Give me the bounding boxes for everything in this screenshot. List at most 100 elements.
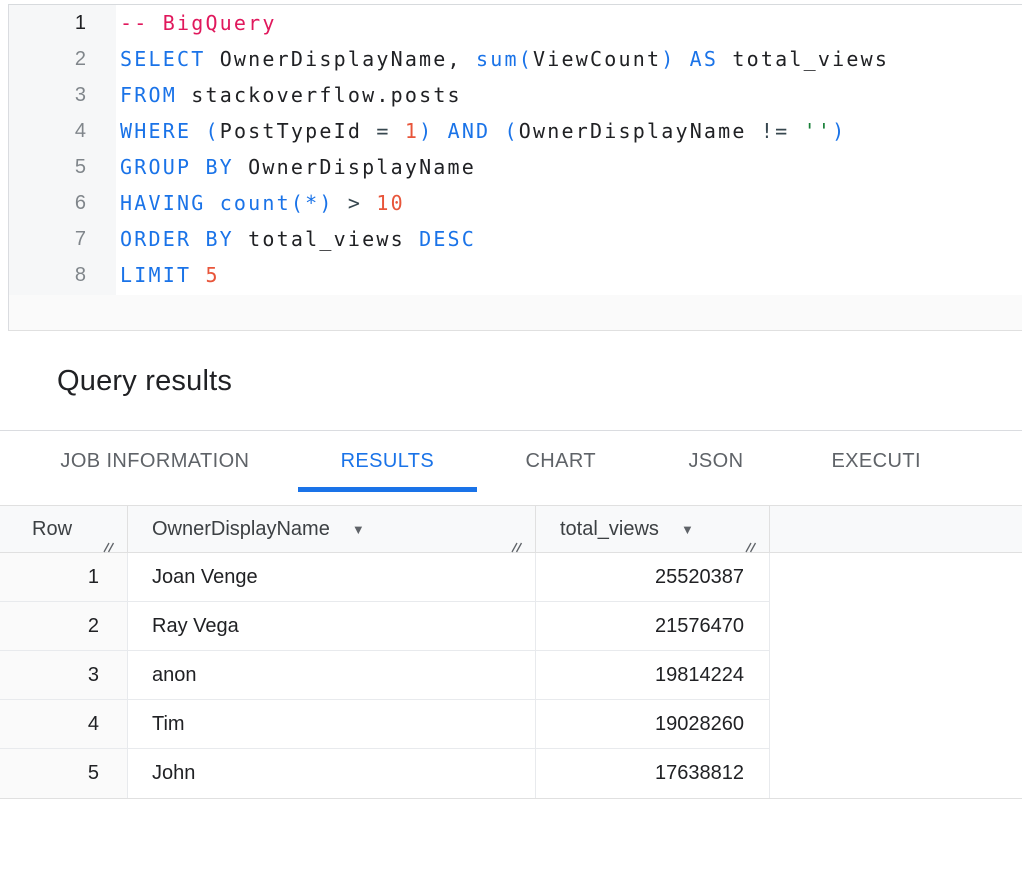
table-row: 2Ray Vega21576470 bbox=[0, 602, 770, 651]
code-token: OwnerDisplayName, bbox=[220, 47, 476, 71]
total-views-cell: 21576470 bbox=[536, 602, 770, 650]
code-token: sum bbox=[476, 47, 519, 71]
table-row: 1Joan Venge25520387 bbox=[0, 553, 770, 602]
code-line[interactable]: GROUP BY OwnerDisplayName bbox=[116, 149, 1022, 185]
column-dropdown-arrow-icon[interactable]: ▼ bbox=[352, 523, 365, 536]
tab-json[interactable]: JSON bbox=[645, 431, 788, 492]
code-token: HAVING bbox=[120, 191, 220, 215]
line-number: 7 bbox=[9, 221, 116, 257]
total-views-cell: 19028260 bbox=[536, 700, 770, 748]
code-token: GROUP BY bbox=[120, 155, 248, 179]
total-views-cell: 19814224 bbox=[536, 651, 770, 699]
code-line[interactable]: FROM stackoverflow.posts bbox=[116, 77, 1022, 113]
code-token: -- BigQuery bbox=[120, 11, 277, 35]
results-tab-bar: JOB INFORMATIONRESULTSCHARTJSONEXECUTI bbox=[0, 430, 1022, 492]
table-row: 3anon19814224 bbox=[0, 651, 770, 700]
row-number-cell: 1 bbox=[0, 553, 128, 601]
row-number-cell: 4 bbox=[0, 700, 128, 748]
code-line[interactable]: ORDER BY total_views DESC bbox=[116, 221, 1022, 257]
code-token: 1 bbox=[405, 119, 419, 143]
column-header-row[interactable]: Row bbox=[0, 506, 128, 552]
code-token: total_views bbox=[732, 47, 889, 71]
sql-editor[interactable]: 12345678 -- BigQuerySELECT OwnerDisplayN… bbox=[8, 4, 1022, 331]
row-number-cell: 3 bbox=[0, 651, 128, 699]
row-number-cell: 2 bbox=[0, 602, 128, 650]
code-token: = bbox=[376, 119, 404, 143]
code-token: PostTypeId bbox=[220, 119, 377, 143]
column-header-ownerdisplayname[interactable]: OwnerDisplayName ▼ bbox=[128, 506, 536, 552]
code-token: ( bbox=[519, 47, 533, 71]
tab-chart[interactable]: CHART bbox=[477, 431, 645, 492]
table-row: 4Tim19028260 bbox=[0, 700, 770, 749]
column-header-empty bbox=[770, 506, 1022, 552]
code-token: ORDER BY bbox=[120, 227, 248, 251]
code-token: stackoverflow.posts bbox=[191, 83, 462, 107]
column-resize-handle-icon[interactable] bbox=[510, 536, 523, 549]
code-token: ) bbox=[319, 191, 347, 215]
code-token: 10 bbox=[376, 191, 404, 215]
code-token: != bbox=[761, 119, 804, 143]
owner-display-name-cell: Joan Venge bbox=[128, 553, 536, 601]
owner-display-name-cell: Ray Vega bbox=[128, 602, 536, 650]
total-views-cell: 17638812 bbox=[536, 749, 770, 798]
code-token: AND bbox=[448, 119, 505, 143]
column-header-label: total_views bbox=[560, 518, 659, 541]
code-token: total_views bbox=[248, 227, 419, 251]
code-line[interactable]: WHERE (PostTypeId = 1) AND (OwnerDisplay… bbox=[116, 113, 1022, 149]
column-dropdown-arrow-icon[interactable]: ▼ bbox=[681, 523, 694, 536]
code-line[interactable]: LIMIT 5 bbox=[116, 257, 1022, 293]
results-table: Row OwnerDisplayName ▼ total_views ▼ 1Joan V… bbox=[0, 505, 1022, 798]
code-token: '' bbox=[804, 119, 832, 143]
line-number: 6 bbox=[9, 185, 116, 221]
line-number: 5 bbox=[9, 149, 116, 185]
owner-display-name-cell: Tim bbox=[128, 700, 536, 748]
code-token: FROM bbox=[120, 83, 191, 107]
line-number: 2 bbox=[9, 41, 116, 77]
code-line[interactable]: HAVING count(*) > 10 bbox=[116, 185, 1022, 221]
code-token: ViewCount bbox=[533, 47, 661, 71]
code-token: ) bbox=[832, 119, 846, 143]
column-header-label: Row bbox=[32, 518, 72, 541]
table-row: 5John17638812 bbox=[0, 749, 770, 798]
table-body: 1Joan Venge255203872Ray Vega215764703ano… bbox=[0, 553, 1022, 798]
column-header-label: OwnerDisplayName bbox=[152, 518, 330, 541]
tab-job-information[interactable]: JOB INFORMATION bbox=[12, 431, 298, 492]
code-token: ( bbox=[291, 191, 305, 215]
column-resize-handle-icon[interactable] bbox=[744, 536, 757, 549]
code-token: OwnerDisplayName bbox=[248, 155, 476, 179]
editor-empty-area[interactable] bbox=[9, 295, 1022, 330]
column-header-total_views[interactable]: total_views ▼ bbox=[536, 506, 770, 552]
line-number: 8 bbox=[9, 257, 116, 293]
code-token: ) bbox=[661, 47, 689, 71]
code-token: * bbox=[305, 191, 319, 215]
page-title: Query results bbox=[57, 365, 232, 398]
code-token: ) bbox=[419, 119, 447, 143]
code-token: 5 bbox=[205, 263, 219, 287]
total-views-cell: 25520387 bbox=[536, 553, 770, 601]
tab-executi[interactable]: EXECUTI bbox=[787, 431, 1022, 492]
owner-display-name-cell: anon bbox=[128, 651, 536, 699]
code-token: AS bbox=[690, 47, 733, 71]
code-token: WHERE bbox=[120, 119, 205, 143]
code-token: ( bbox=[205, 119, 219, 143]
active-tab-underline bbox=[298, 487, 477, 492]
tab-results[interactable]: RESULTS bbox=[298, 431, 477, 492]
code-line[interactable]: -- BigQuery bbox=[116, 5, 1022, 41]
row-number-cell: 5 bbox=[0, 749, 128, 798]
table-header-row: Row OwnerDisplayName ▼ total_views ▼ bbox=[0, 505, 1022, 553]
code-token: OwnerDisplayName bbox=[519, 119, 761, 143]
code-line[interactable]: SELECT OwnerDisplayName, sum(ViewCount) … bbox=[116, 41, 1022, 77]
code-token: count bbox=[220, 191, 291, 215]
code-token: ( bbox=[505, 119, 519, 143]
table-bottom-border bbox=[0, 798, 1022, 799]
owner-display-name-cell: John bbox=[128, 749, 536, 798]
code-token: SELECT bbox=[120, 47, 220, 71]
code-token: LIMIT bbox=[120, 263, 205, 287]
query-results-header: Query results bbox=[0, 332, 1022, 430]
line-number: 3 bbox=[9, 77, 116, 113]
sql-code-area[interactable]: -- BigQuerySELECT OwnerDisplayName, sum(… bbox=[116, 5, 1022, 295]
line-number: 4 bbox=[9, 113, 116, 149]
column-resize-handle-icon[interactable] bbox=[102, 536, 115, 549]
line-number: 1 bbox=[9, 5, 116, 41]
code-token: > bbox=[348, 191, 376, 215]
